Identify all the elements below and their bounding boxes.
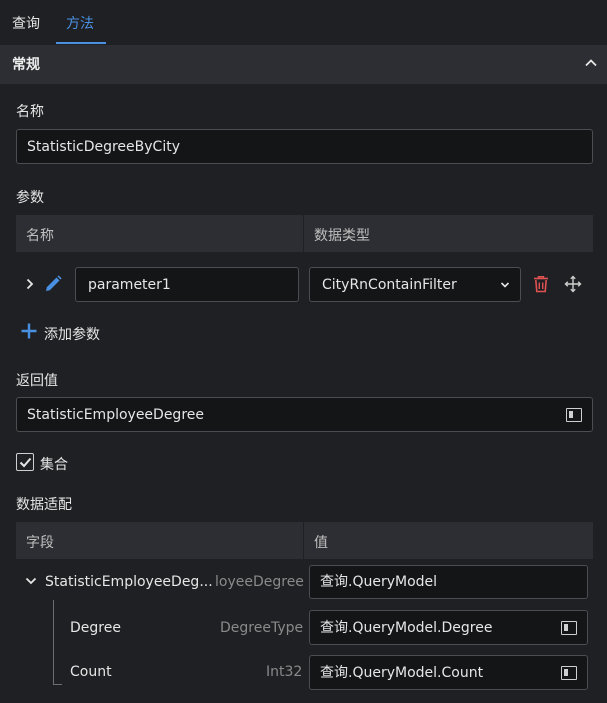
collection-checkbox[interactable] bbox=[16, 453, 34, 471]
mapping-grid-divider bbox=[303, 522, 304, 559]
mapping-child-value: 查询.QueryModel.Degree bbox=[320, 619, 493, 636]
mapping-child-name: Count bbox=[70, 664, 112, 680]
move-icon[interactable] bbox=[564, 275, 582, 293]
tab-query[interactable]: 查询 bbox=[12, 0, 40, 45]
return-value-input[interactable]: StatisticEmployeeDegree bbox=[16, 397, 593, 432]
section-title: 常规 bbox=[12, 57, 40, 73]
params-grid-divider bbox=[303, 215, 304, 252]
add-param-button[interactable]: 添加参数 bbox=[44, 324, 100, 344]
active-tab-indicator bbox=[56, 42, 106, 44]
checkmark-icon bbox=[19, 457, 31, 467]
mapping-root-name: StatisticEmployeeDeg... bbox=[45, 574, 213, 590]
pencil-icon[interactable] bbox=[43, 274, 63, 294]
param-name-input[interactable]: parameter1 bbox=[75, 267, 299, 302]
panel-icon[interactable] bbox=[561, 665, 577, 680]
mapping-child-value-input[interactable]: 查询.QueryModel.Count bbox=[309, 655, 588, 690]
param-name-value: parameter1 bbox=[88, 276, 171, 293]
mapping-col-value: 值 bbox=[314, 535, 328, 551]
mapping-grid-header bbox=[16, 522, 593, 559]
mapping-child-type: DegreeType bbox=[220, 620, 304, 636]
params-col-type: 数据类型 bbox=[314, 228, 370, 244]
param-type-select[interactable]: CityRnContainFilter bbox=[309, 267, 521, 302]
param-type-value: CityRnContainFilter bbox=[322, 276, 457, 293]
name-input-value: StatisticDegreeByCity bbox=[27, 138, 180, 155]
mapping-root-value: 查询.QueryModel bbox=[320, 574, 438, 590]
return-value-label: 返回值 bbox=[16, 373, 58, 389]
tab-method[interactable]: 方法 bbox=[66, 0, 94, 45]
params-grid-header bbox=[16, 215, 593, 252]
return-value-text: StatisticEmployeeDegree bbox=[27, 406, 204, 423]
params-label: 参数 bbox=[16, 190, 44, 206]
chevron-right-icon[interactable] bbox=[24, 277, 36, 291]
chevron-up-icon[interactable] bbox=[584, 56, 598, 70]
mapping-child-value: 查询.QueryModel.Count bbox=[320, 664, 484, 681]
tree-line-vertical bbox=[53, 600, 54, 685]
mapping-root-type: loyeeDegree bbox=[215, 574, 304, 590]
collection-label: 集合 bbox=[40, 457, 68, 473]
params-col-name: 名称 bbox=[26, 228, 54, 244]
name-label: 名称 bbox=[16, 104, 44, 120]
mapping-child-type: Int32 bbox=[266, 664, 303, 680]
section-header[interactable] bbox=[0, 45, 607, 84]
mapping-root-value-input[interactable]: 查询.QueryModel bbox=[309, 565, 588, 599]
panel-icon[interactable] bbox=[561, 620, 577, 635]
tree-line-horizontal bbox=[53, 684, 62, 685]
chevron-down-icon bbox=[500, 281, 510, 289]
panel-icon[interactable] bbox=[566, 407, 582, 422]
mapping-child-name: Degree bbox=[70, 620, 121, 636]
plus-icon[interactable] bbox=[20, 322, 38, 340]
trash-icon[interactable] bbox=[532, 275, 550, 293]
name-input[interactable]: StatisticDegreeByCity bbox=[16, 129, 593, 164]
mapping-child-value-input[interactable]: 查询.QueryModel.Degree bbox=[309, 610, 588, 645]
chevron-down-icon[interactable] bbox=[24, 575, 38, 587]
mapping-label: 数据适配 bbox=[16, 497, 72, 513]
mapping-col-field: 字段 bbox=[26, 535, 54, 551]
